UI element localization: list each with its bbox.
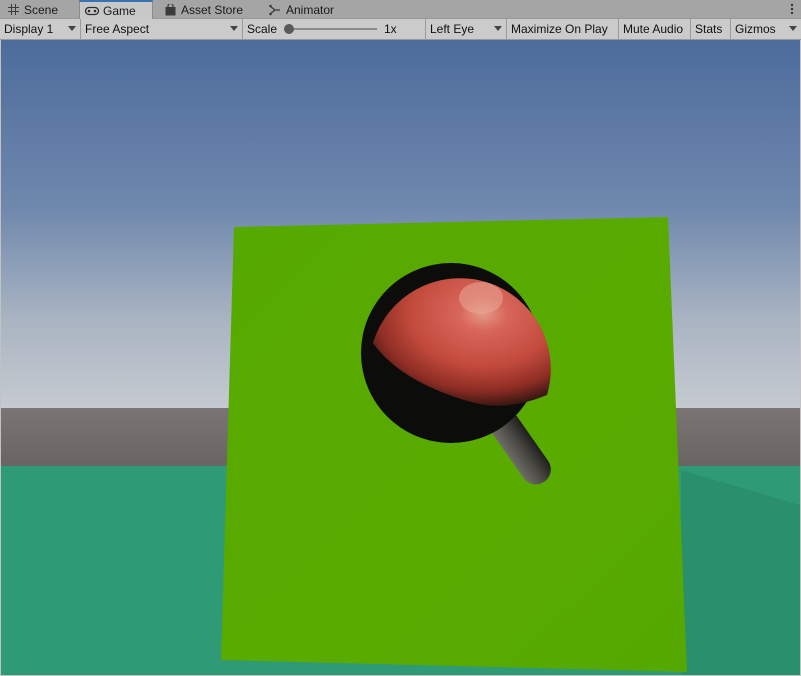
- tab-label: Game: [103, 4, 136, 18]
- tab-label: Scene: [24, 2, 59, 17]
- display-label: Display 1: [4, 22, 54, 36]
- sphere-highlight: [459, 282, 503, 314]
- tab-bar: Scene Game Asset Store Animator: [0, 0, 801, 20]
- scale-control: Scale 1x: [243, 19, 426, 39]
- chevron-down-icon: [789, 26, 797, 31]
- animator-icon: [268, 3, 282, 17]
- gizmos-label: Gizmos: [735, 22, 776, 36]
- eye-dropdown[interactable]: Left Eye: [426, 19, 507, 39]
- floor-edge: [681, 470, 800, 675]
- more-options-icon[interactable]: [789, 2, 795, 16]
- chevron-down-icon: [230, 26, 238, 31]
- chevron-down-icon: [68, 26, 76, 31]
- gamepad-icon: [85, 4, 99, 18]
- display-dropdown[interactable]: Display 1: [0, 19, 81, 39]
- grid-icon: [6, 3, 20, 17]
- game-window: Scene Game Asset Store Animator Display …: [0, 0, 801, 676]
- maximize-on-play-toggle[interactable]: Maximize On Play: [507, 19, 619, 39]
- scale-label: Scale: [247, 22, 278, 36]
- shopping-bag-icon: [163, 3, 177, 17]
- tab-animator[interactable]: Animator: [268, 0, 348, 19]
- scale-slider-track[interactable]: [289, 28, 377, 30]
- aspect-dropdown[interactable]: Free Aspect: [81, 19, 243, 39]
- stats-toggle[interactable]: Stats: [691, 19, 731, 39]
- tab-label: Asset Store: [181, 2, 244, 17]
- gizmos-dropdown[interactable]: Gizmos: [731, 19, 801, 39]
- mute-audio-toggle[interactable]: Mute Audio: [619, 19, 691, 39]
- game-viewport[interactable]: [1, 40, 800, 675]
- mute-label: Mute Audio: [623, 22, 684, 36]
- scale-value: 1x: [384, 22, 397, 36]
- stats-label: Stats: [695, 22, 723, 36]
- game-toolbar: Display 1 Free Aspect Scale 1x Left Eye …: [0, 19, 801, 40]
- tab-label: Animator: [286, 2, 335, 17]
- chevron-down-icon: [494, 26, 502, 31]
- eye-label: Left Eye: [430, 22, 475, 36]
- maximize-label: Maximize On Play: [511, 22, 608, 36]
- tab-asset-store[interactable]: Asset Store: [163, 0, 257, 19]
- tab-game[interactable]: Game: [79, 0, 153, 20]
- scale-slider-handle[interactable]: [284, 24, 294, 34]
- aspect-label: Free Aspect: [85, 22, 150, 36]
- game-render: [1, 40, 800, 675]
- tab-scene[interactable]: Scene: [6, 0, 78, 19]
